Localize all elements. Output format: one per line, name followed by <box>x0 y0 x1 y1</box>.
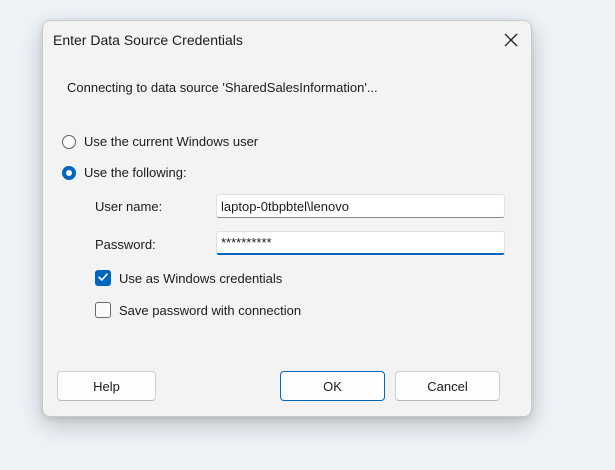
close-button[interactable] <box>497 27 525 53</box>
checkmark-icon <box>97 271 109 286</box>
radio-button-unselected[interactable] <box>62 134 76 149</box>
radio-current-windows-user[interactable]: Use the current Windows user <box>62 134 258 149</box>
checkbox-windows-credentials[interactable]: Use as Windows credentials <box>95 270 282 286</box>
dialog-title: Enter Data Source Credentials <box>53 32 243 48</box>
radio-use-following[interactable]: Use the following: <box>62 165 187 180</box>
checkbox-save-password[interactable]: Save password with connection <box>95 302 301 318</box>
password-label: Password: <box>95 237 156 252</box>
close-icon <box>504 33 518 47</box>
checkbox-unchecked[interactable] <box>95 302 111 318</box>
radio-button-selected[interactable] <box>62 165 76 180</box>
password-field[interactable] <box>216 231 505 255</box>
checkbox-checked[interactable] <box>95 270 111 286</box>
windows-credentials-label: Use as Windows credentials <box>119 270 283 286</box>
connection-message: Connecting to data source 'SharedSalesIn… <box>67 80 378 95</box>
save-password-label: Save password with connection <box>119 302 302 318</box>
radio-following-label: Use the following: <box>84 165 187 180</box>
username-label: User name: <box>95 199 163 214</box>
help-button[interactable]: Help <box>57 371 156 401</box>
cancel-button[interactable]: Cancel <box>395 371 500 401</box>
ok-button[interactable]: OK <box>280 371 385 401</box>
username-field[interactable] <box>216 194 505 218</box>
credentials-dialog: Enter Data Source Credentials Connecting… <box>42 20 532 417</box>
radio-current-user-label: Use the current Windows user <box>84 134 259 149</box>
